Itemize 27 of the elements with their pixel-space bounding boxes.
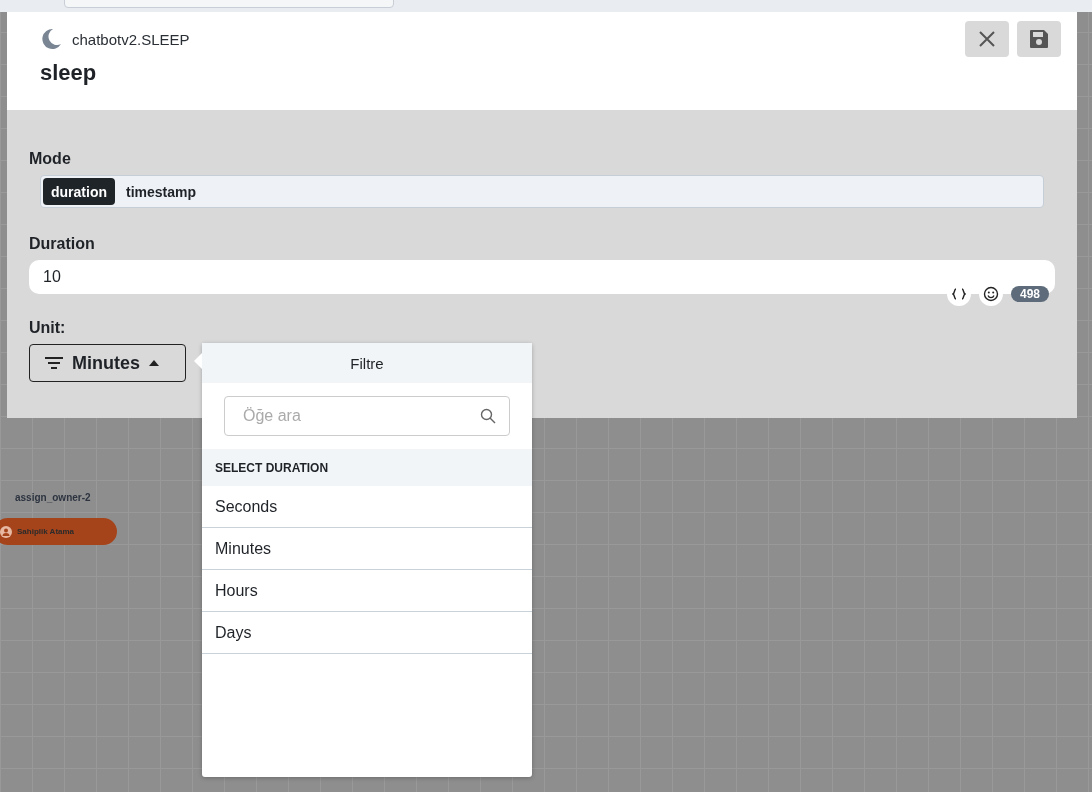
caret-icon: [148, 359, 160, 367]
smiley-icon: [982, 286, 999, 302]
field-label: Unit:: [29, 319, 67, 337]
close-button[interactable]: [965, 21, 1009, 57]
braces-icon: [951, 288, 966, 300]
unit-dropdown[interactable]: Minutes: [29, 344, 186, 382]
filter-icon: [44, 356, 64, 370]
mode-option[interactable]: timestamp: [118, 178, 205, 205]
menu-item[interactable]: Seconds: [202, 486, 532, 528]
menu-item[interactable]: Hours: [202, 570, 532, 612]
close-icon: [978, 30, 996, 48]
menu-item[interactable]: Minutes: [202, 528, 532, 570]
user-icon: [0, 525, 12, 538]
mode-option[interactable]: duration: [43, 178, 115, 205]
character-count: 498: [1010, 286, 1049, 302]
popover-title: Filtre: [202, 343, 532, 383]
moon-icon: [40, 28, 62, 50]
save-button[interactable]: [1017, 21, 1061, 57]
field-label: Duration: [29, 235, 96, 253]
search-field[interactable]: Öğe ara: [224, 396, 510, 436]
menu-item[interactable]: Days: [202, 612, 532, 654]
section-header: SELECT DURATION: [202, 449, 532, 486]
node-name: assign_owner-2: [15, 492, 91, 503]
field-label: Mode: [29, 150, 72, 168]
node-type: chatbotv2.SLEEP: [72, 30, 190, 48]
modal-title: sleep: [40, 60, 98, 86]
search-icon: [480, 408, 496, 424]
